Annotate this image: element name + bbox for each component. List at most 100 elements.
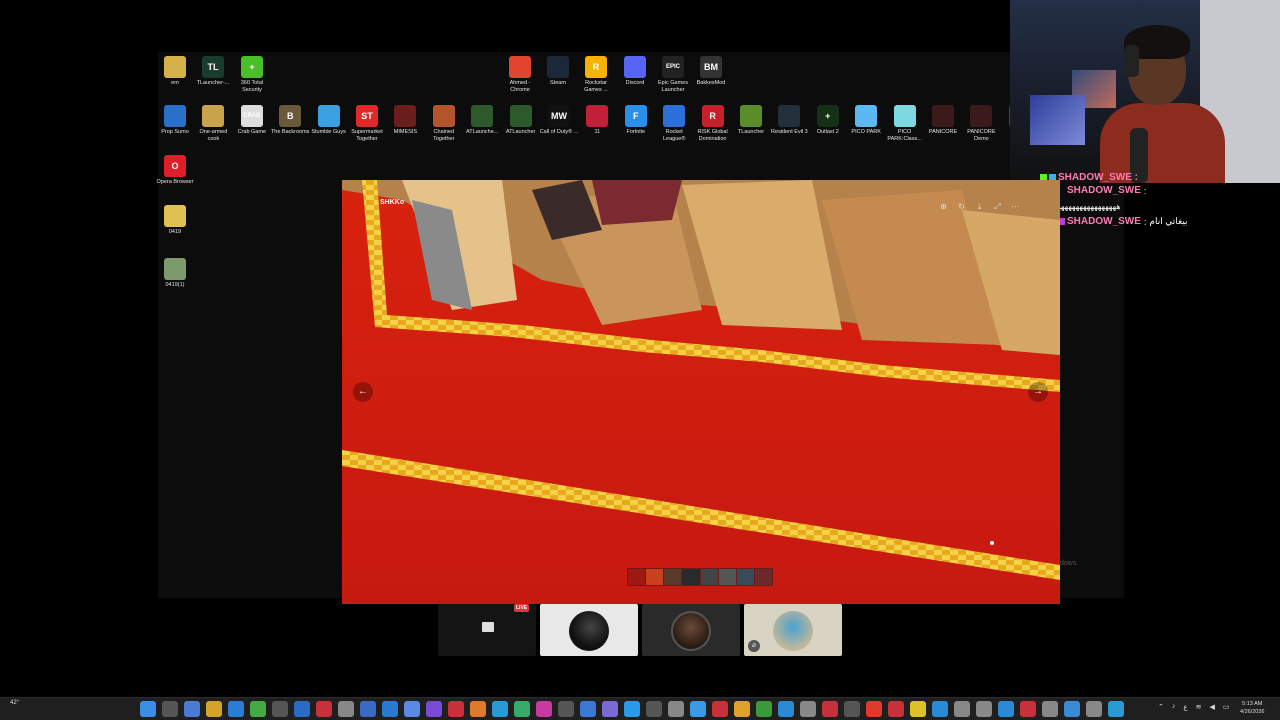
- desktop-shortcut[interactable]: PANICORE: [923, 105, 963, 136]
- download-icon[interactable]: ⤓: [975, 202, 984, 211]
- desktop-shortcut[interactable]: Resident Evil 3: [769, 105, 809, 136]
- thumbnail[interactable]: [700, 569, 718, 585]
- taskbar-app-icon[interactable]: [1108, 701, 1124, 717]
- desktop-shortcut[interactable]: +360 Total Security: [232, 56, 272, 93]
- taskbar-app-icon[interactable]: [734, 701, 750, 717]
- thumbnail[interactable]: [736, 569, 754, 585]
- participant-tile[interactable]: ⌀: [744, 604, 842, 656]
- taskbar-app-icon[interactable]: [558, 701, 574, 717]
- taskbar-app-icon[interactable]: [822, 701, 838, 717]
- desktop-shortcut[interactable]: O Opera Browser: [155, 155, 195, 186]
- desktop-shortcut[interactable]: TLauncher: [731, 105, 771, 136]
- rotate-icon[interactable]: ↻: [957, 202, 966, 211]
- chevron-up-icon[interactable]: ⌃: [1158, 703, 1164, 711]
- desktop-shortcut[interactable]: 11: [577, 105, 617, 136]
- taskbar-app-icon[interactable]: [470, 701, 486, 717]
- desktop-shortcut[interactable]: EPIC Epic Games Launcher: [653, 56, 693, 93]
- desktop-shortcut[interactable]: Rocket League®: [654, 105, 694, 142]
- thumbnail[interactable]: [664, 569, 682, 585]
- taskbar-app-icon[interactable]: [272, 701, 288, 717]
- desktop-shortcut[interactable]: Discord: [615, 56, 655, 87]
- desktop-shortcut[interactable]: 0419: [155, 205, 195, 236]
- taskbar-app-icon[interactable]: [228, 701, 244, 717]
- windows-start-icon[interactable]: [140, 701, 156, 717]
- zoom-in-icon[interactable]: ⊕: [939, 202, 948, 211]
- taskbar-app-icon[interactable]: [690, 701, 706, 717]
- clock[interactable]: 5:13 AM 4/26/2026: [1240, 700, 1264, 716]
- next-image-button[interactable]: →: [1028, 382, 1048, 402]
- taskbar-app-icon[interactable]: [404, 701, 420, 717]
- taskbar-app-icon[interactable]: [866, 701, 882, 717]
- participant-tile[interactable]: [540, 604, 638, 656]
- taskbar-app-icon[interactable]: [668, 701, 684, 717]
- taskbar-app-icon[interactable]: [756, 701, 772, 717]
- photo-viewer[interactable]: SHKKo ⊕ ↻ ⤓ ⤢ ⋯ ← →: [342, 180, 1060, 604]
- thumbnail[interactable]: [646, 569, 664, 585]
- taskbar-app-icon[interactable]: [536, 701, 552, 717]
- taskbar-app-icon[interactable]: [448, 701, 464, 717]
- taskbar-app-icon[interactable]: [580, 701, 596, 717]
- desktop-shortcut[interactable]: ST Supermarket Together: [347, 105, 387, 142]
- desktop-shortcut[interactable]: PANICORE Demo: [961, 105, 1001, 142]
- weather-widget[interactable]: 42°: [10, 700, 19, 706]
- taskbar-app-icon[interactable]: [602, 701, 618, 717]
- taskbar-app-icon[interactable]: [1064, 701, 1080, 717]
- taskbar-app-icon[interactable]: [646, 701, 662, 717]
- taskbar-app-icon[interactable]: [338, 701, 354, 717]
- desktop-shortcut[interactable]: em: [155, 56, 195, 87]
- taskbar-app-icon[interactable]: [316, 701, 332, 717]
- taskbar-app-icon[interactable]: [778, 701, 794, 717]
- taskbar-app-icon[interactable]: [514, 701, 530, 717]
- desktop-shortcut[interactable]: R RISK Global Domination: [693, 105, 733, 142]
- taskbar-app-icon[interactable]: [206, 701, 222, 717]
- taskbar-app-icon[interactable]: [1086, 701, 1102, 717]
- thumbnail[interactable]: [628, 569, 646, 585]
- more-icon[interactable]: ⋯: [1011, 202, 1020, 211]
- taskbar-app-icon[interactable]: [1042, 701, 1058, 717]
- wifi-icon[interactable]: ≋: [1196, 703, 1202, 711]
- desktop-shortcut[interactable]: Chained Together: [424, 105, 464, 142]
- desktop-shortcut[interactable]: ATLaunche...: [462, 105, 502, 136]
- taskbar-app-icon[interactable]: [624, 701, 640, 717]
- desktop-shortcut[interactable]: BM BakkesMod: [691, 56, 731, 87]
- taskbar-app-icon[interactable]: [426, 701, 442, 717]
- desktop-shortcut[interactable]: CRAB Crab Game: [232, 105, 272, 136]
- taskbar-app-icon[interactable]: [712, 701, 728, 717]
- desktop-shortcut[interactable]: + Outlast 2: [808, 105, 848, 136]
- desktop-shortcut[interactable]: ATLauncher: [501, 105, 541, 136]
- thumbnail[interactable]: [754, 569, 772, 585]
- participant-tile[interactable]: [642, 604, 740, 656]
- thumbnail[interactable]: [718, 569, 736, 585]
- fullscreen-icon[interactable]: ⤢: [993, 202, 1002, 211]
- taskbar-app-icon[interactable]: [162, 701, 178, 717]
- taskbar-app-icon[interactable]: [1020, 701, 1036, 717]
- taskbar-app-icon[interactable]: [954, 701, 970, 717]
- desktop-shortcut[interactable]: MIMESIS: [385, 105, 425, 136]
- desktop-shortcut[interactable]: MW Call of Duty® ...: [539, 105, 579, 136]
- taskbar-app-icon[interactable]: [998, 701, 1014, 717]
- desktop-shortcut[interactable]: Ahmed - Chrome: [500, 56, 540, 93]
- thumbnail-strip[interactable]: [627, 568, 773, 586]
- desktop-shortcut[interactable]: PICO PARK:Class...: [885, 105, 925, 142]
- desktop-shortcut[interactable]: PICO PARK: [846, 105, 886, 136]
- taskbar-app-icon[interactable]: [382, 701, 398, 717]
- taskbar-app-icon[interactable]: [360, 701, 376, 717]
- taskbar-app-icon[interactable]: [910, 701, 926, 717]
- desktop-shortcut[interactable]: F Fortnite: [616, 105, 656, 136]
- desktop-shortcut[interactable]: Prop Sumo: [155, 105, 195, 136]
- desktop-shortcut[interactable]: Stumble Guys: [309, 105, 349, 136]
- volume-icon[interactable]: ◀: [1209, 703, 1214, 711]
- taskbar-app-icon[interactable]: [184, 701, 200, 717]
- desktop-shortcut[interactable]: R Rockstar Games ...: [576, 56, 616, 93]
- desktop-shortcut[interactable]: B The Backrooms: [270, 105, 310, 136]
- taskbar-app-icon[interactable]: [976, 701, 992, 717]
- thumbnail[interactable]: [682, 569, 700, 585]
- previous-image-button[interactable]: ←: [353, 382, 373, 402]
- taskbar-app-icon[interactable]: [492, 701, 508, 717]
- mic-icon[interactable]: ♪: [1172, 703, 1176, 711]
- taskbar-app-icon[interactable]: [294, 701, 310, 717]
- screen-share-tile[interactable]: LIVE: [438, 604, 536, 656]
- battery-icon[interactable]: ▭: [1223, 703, 1230, 711]
- desktop-shortcut[interactable]: One-armed cook: [193, 105, 233, 142]
- taskbar-app-icon[interactable]: [800, 701, 816, 717]
